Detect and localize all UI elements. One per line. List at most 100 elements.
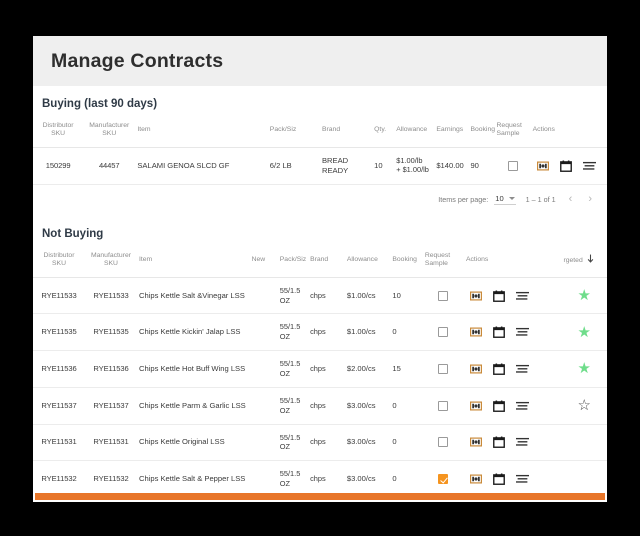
cell-new-badge	[249, 424, 278, 462]
col-item[interactable]: Item	[135, 116, 268, 148]
notes-icon[interactable]	[515, 437, 529, 447]
horizontal-scrollbar[interactable]	[33, 492, 607, 501]
notes-icon[interactable]	[515, 291, 529, 301]
calendar-icon[interactable]	[493, 326, 505, 339]
calendar-icon[interactable]	[493, 436, 505, 449]
cell-targeted[interactable]	[561, 424, 607, 462]
card-header: Manage Contracts	[33, 36, 607, 86]
pack-size-text: 55/1.5 OZ	[279, 432, 301, 452]
col-targeted-label: rgeted	[563, 256, 583, 264]
brand-text: chps	[310, 290, 326, 300]
items-per-page-select[interactable]: 10	[494, 194, 516, 205]
table-row[interactable]: RYE11535 RYE11535 Chips Kettle Kickin' J…	[33, 313, 607, 352]
col-pack-size[interactable]: Pack/Siz	[267, 116, 320, 148]
calendar-icon[interactable]	[493, 290, 505, 302]
calendar-icon[interactable]	[559, 160, 572, 172]
money-icon[interactable]	[536, 161, 549, 171]
targeted-star-icon[interactable]: ☆	[578, 397, 591, 414]
col-qty[interactable]: Qty.	[372, 116, 395, 148]
brand-text: chps	[310, 364, 326, 374]
col-distributor-sku[interactable]: Distributor SKU	[33, 245, 85, 278]
calendar-icon[interactable]	[493, 363, 505, 375]
request-sample-checkbox[interactable]	[438, 290, 449, 301]
request-sample-checkbox[interactable]	[438, 400, 449, 411]
cell-brand: chps	[308, 277, 345, 315]
request-sample-checkbox[interactable]	[438, 474, 449, 485]
cell-distributor-sku[interactable]: RYE11531	[33, 424, 85, 462]
cell-allowance: $3.00/cs	[344, 387, 391, 425]
request-sample-checkbox[interactable]	[507, 160, 518, 171]
col-brand[interactable]: Brand	[308, 245, 345, 278]
col-brand[interactable]: Brand	[319, 116, 373, 148]
cell-item: Chips Kettle Original LSS	[136, 424, 250, 462]
cell-distributor-sku[interactable]: RYE11535	[33, 313, 85, 352]
col-manufacturer-sku[interactable]: Manufacturer SKU	[83, 116, 136, 148]
cell-manufacturer-sku[interactable]: RYE11533	[84, 277, 137, 315]
cell-allowance: $1.00/cs	[344, 313, 391, 352]
col-distributor-sku[interactable]: Distributor SKU	[33, 116, 84, 148]
cell-request-sample[interactable]	[422, 424, 464, 462]
card-body: Buying (last 90 days) Distributor SKU Man…	[33, 86, 607, 502]
cell-request-sample[interactable]	[422, 387, 464, 425]
col-earnings[interactable]: Earnings	[434, 116, 469, 148]
col-request-sample[interactable]: Request Sample	[422, 245, 464, 278]
cell-distributor-sku[interactable]: RYE11533	[33, 277, 85, 315]
col-new[interactable]: New	[249, 245, 278, 278]
col-booking[interactable]: Booking	[390, 245, 423, 278]
cell-targeted[interactable]: ★	[561, 313, 607, 352]
calendar-icon[interactable]	[493, 473, 505, 486]
request-sample-checkbox[interactable]	[438, 437, 449, 448]
cell-targeted[interactable]: ★	[561, 277, 607, 315]
money-icon[interactable]	[469, 437, 482, 447]
cell-earnings: $140.00	[434, 147, 469, 185]
cell-distributor-sku[interactable]: RYE11536	[33, 350, 85, 388]
notes-icon[interactable]	[515, 327, 529, 337]
col-manufacturer-sku[interactable]: Manufacturer SKU	[84, 245, 137, 278]
cell-allowance: $1.00/lb + $1.00/lb	[394, 147, 435, 185]
cell-request-sample[interactable]	[494, 147, 531, 185]
targeted-star-icon[interactable]: ★	[578, 360, 591, 377]
cell-allowance: $3.00/cs	[344, 424, 391, 462]
table-row[interactable]: 150299 44457 SALAMI GENOA SLCD GF 6/2 LB…	[33, 147, 607, 185]
calendar-icon[interactable]	[493, 400, 505, 412]
targeted-star-icon[interactable]: ★	[578, 287, 591, 304]
col-booking[interactable]: Booking	[468, 116, 495, 148]
cell-request-sample[interactable]	[422, 313, 464, 352]
targeted-star-icon[interactable]: ★	[578, 324, 591, 341]
money-icon[interactable]	[469, 474, 482, 484]
table-row[interactable]: RYE11537 RYE11537 Chips Kettle Parm & Ga…	[33, 387, 607, 425]
col-item[interactable]: Item	[136, 245, 250, 278]
notes-icon[interactable]	[515, 364, 529, 374]
cell-manufacturer-sku[interactable]: RYE11531	[84, 424, 137, 462]
table-row[interactable]: RYE11533 RYE11533 Chips Kettle Salt &Vin…	[33, 277, 607, 315]
col-allowance[interactable]: Allowance	[344, 245, 391, 278]
table-row[interactable]: RYE11531 RYE11531 Chips Kettle Original …	[33, 424, 607, 462]
cell-targeted[interactable]: ☆	[561, 387, 607, 425]
col-pack-size[interactable]: Pack/Siz	[277, 245, 309, 278]
cell-manufacturer-sku[interactable]: RYE11535	[84, 313, 137, 352]
cell-manufacturer-sku[interactable]: RYE11537	[84, 387, 137, 425]
col-allowance[interactable]: Allowance	[394, 116, 435, 148]
notes-icon[interactable]	[515, 474, 529, 484]
money-icon[interactable]	[469, 401, 482, 411]
next-page-button[interactable]: ›	[585, 193, 595, 205]
cell-targeted[interactable]: ★	[561, 350, 607, 388]
request-sample-checkbox[interactable]	[438, 363, 449, 374]
cell-request-sample[interactable]	[422, 277, 464, 315]
col-targeted[interactable]: rgeted	[561, 245, 607, 278]
previous-page-button[interactable]: ‹	[566, 193, 576, 205]
money-icon[interactable]	[469, 364, 482, 374]
not-buying-rows: RYE11533 RYE11533 Chips Kettle Salt &Vin…	[33, 277, 607, 502]
horizontal-scrollbar-thumb[interactable]	[35, 493, 605, 500]
sort-descending-icon	[587, 254, 594, 266]
table-row[interactable]: RYE11536 RYE11536 Chips Kettle Hot Buff …	[33, 350, 607, 388]
cell-manufacturer-sku[interactable]: RYE11536	[84, 350, 137, 388]
notes-icon[interactable]	[582, 161, 596, 171]
cell-request-sample[interactable]	[422, 350, 464, 388]
cell-distributor-sku[interactable]: RYE11537	[33, 387, 85, 425]
notes-icon[interactable]	[515, 401, 529, 411]
money-icon[interactable]	[469, 327, 482, 337]
money-icon[interactable]	[469, 291, 482, 301]
col-request-sample[interactable]: Request Sample	[494, 116, 531, 148]
request-sample-checkbox[interactable]	[438, 327, 449, 338]
